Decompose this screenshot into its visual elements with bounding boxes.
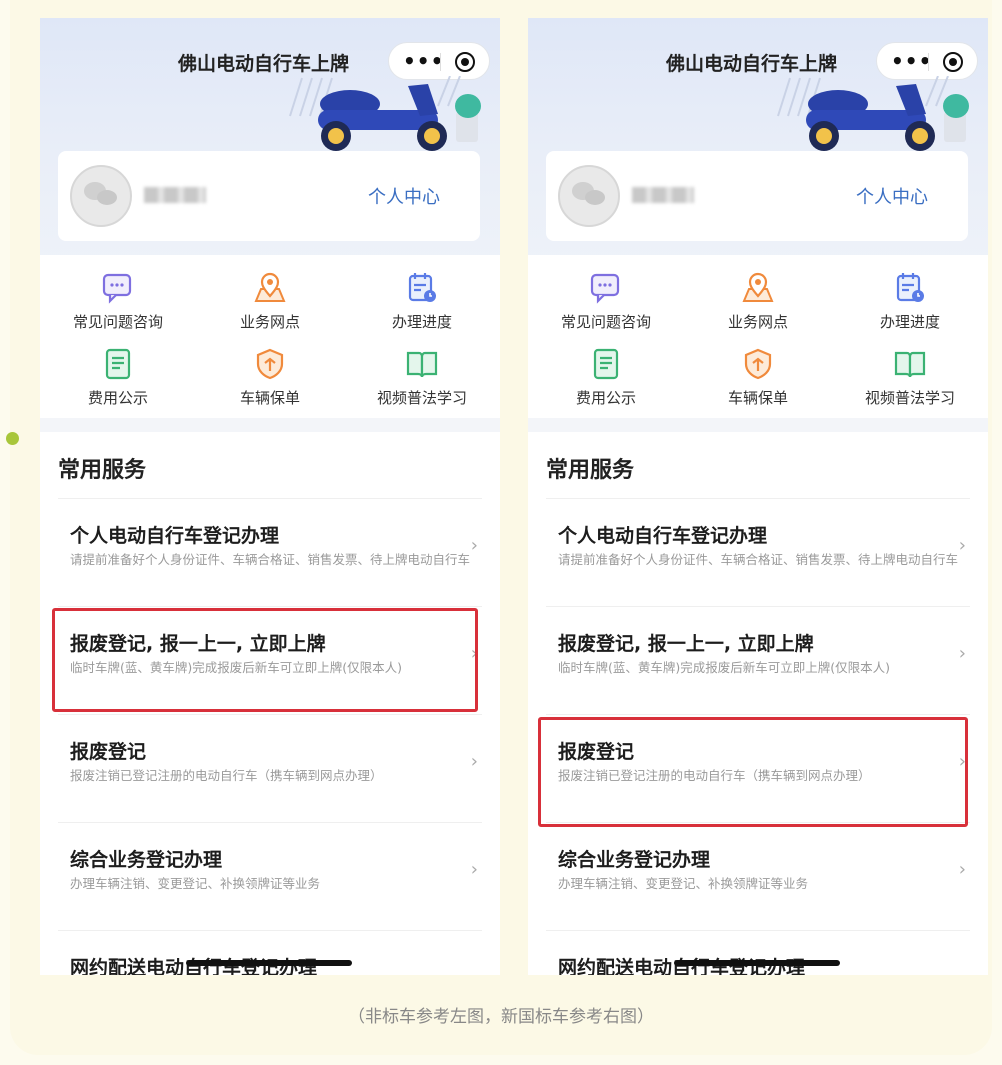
service-item-delivery-registration[interactable]: 网约配送电动自行车登记办理	[58, 930, 482, 975]
username-blurred	[144, 187, 206, 203]
service-item-scrap-registration[interactable]: 报废登记 报废注销已登记注册的电动自行车（携车辆到网点办理） ›	[58, 714, 482, 822]
calendar-clock-icon	[408, 273, 436, 302]
shield-icon	[256, 348, 284, 380]
chevron-right-icon: ›	[958, 859, 966, 880]
common-services-section: 常用服务 个人电动自行车登记办理 请提前准备好个人身份证件、车辆合格证、销售发票…	[528, 432, 988, 975]
personal-center-link[interactable]: 个人中心	[368, 183, 440, 209]
profile-card[interactable]: 个人中心	[546, 151, 968, 241]
quick-item-label: 业务网点	[239, 313, 300, 331]
quick-item-label: 视频普法学习	[864, 389, 955, 407]
service-item-desc: 请提前准备好个人身份证件、车辆合格证、销售发票、待上牌电动自行车	[558, 552, 959, 567]
book-icon	[894, 351, 926, 378]
service-item-general-business[interactable]: 综合业务登记办理 办理车辆注销、变更登记、补换领牌证等业务 ›	[546, 822, 970, 930]
service-item-title: 报废登记	[70, 741, 147, 763]
quick-item-faq[interactable]: 常见问题咨询	[536, 271, 676, 332]
avatar	[558, 165, 620, 227]
shield-icon	[744, 348, 772, 380]
section-title: 常用服务	[546, 458, 635, 483]
quick-item-label: 视频普法学习	[376, 389, 467, 407]
personal-center-link[interactable]: 个人中心	[856, 183, 928, 209]
quick-item-label: 车辆保单	[239, 389, 300, 407]
quick-item-progress[interactable]: 办理进度	[352, 271, 492, 332]
quick-item-label: 常见问题咨询	[560, 313, 651, 331]
book-icon	[406, 351, 438, 378]
service-item-title: 个人电动自行车登记办理	[70, 525, 280, 547]
quick-item-label: 办理进度	[879, 313, 940, 331]
document-icon	[593, 348, 619, 380]
more-icon[interactable]: •••	[403, 49, 444, 73]
app-title: 佛山电动自行车上牌	[178, 53, 350, 75]
service-item-desc: 办理车辆注销、变更登记、补换领牌证等业务	[558, 876, 809, 891]
chat-bubble-icon	[590, 273, 620, 304]
service-item-title: 报废登记, 报一上一, 立即上牌	[558, 633, 814, 655]
more-icon[interactable]: •••	[891, 49, 932, 73]
avatar	[70, 165, 132, 227]
service-item-desc: 报废注销已登记注册的电动自行车（携车辆到网点办理）	[70, 768, 383, 783]
chevron-right-icon: ›	[470, 859, 478, 880]
close-target-icon[interactable]	[943, 52, 963, 72]
chat-bubble-icon	[102, 273, 132, 304]
service-item-personal-registration[interactable]: 个人电动自行车登记办理 请提前准备好个人身份证件、车辆合格证、销售发票、待上牌电…	[58, 498, 482, 606]
service-item-personal-registration[interactable]: 个人电动自行车登记办理 请提前准备好个人身份证件、车辆合格证、销售发票、待上牌电…	[546, 498, 970, 606]
service-item-desc: 办理车辆注销、变更登记、补换领牌证等业务	[70, 876, 321, 891]
chevron-right-icon: ›	[470, 751, 478, 772]
quick-item-outlets[interactable]: 业务网点	[688, 271, 828, 332]
service-item-title: 综合业务登记办理	[70, 849, 223, 871]
username-blurred	[632, 187, 694, 203]
home-indicator	[674, 960, 840, 966]
quick-item-label: 常见问题咨询	[72, 313, 163, 331]
quick-item-outlets[interactable]: 业务网点	[200, 271, 340, 332]
miniapp-capsule: •••	[876, 42, 978, 80]
quick-item-progress[interactable]: 办理进度	[840, 271, 980, 332]
service-item-desc: 临时车牌(蓝、黄车牌)完成报废后新车可立即上牌(仅限本人)	[558, 660, 891, 675]
quick-item-faq[interactable]: 常见问题咨询	[48, 271, 188, 332]
home-indicator	[186, 960, 352, 966]
document-icon	[105, 348, 131, 380]
service-item-desc: 请提前准备好个人身份证件、车辆合格证、销售发票、待上牌电动自行车	[70, 552, 471, 567]
service-item-title: 个人电动自行车登记办理	[558, 525, 768, 547]
quick-icon-grid: 常见问题咨询 业务网点 办理进度 费用公示 车辆保单 视频普法学习	[40, 255, 500, 418]
highlight-box	[538, 717, 968, 827]
image-caption: （非标车参考左图，新国标车参考右图）	[348, 1007, 654, 1027]
quick-icon-grid: 常见问题咨询 业务网点 办理进度 费用公示 车辆保单 视频普法学习	[528, 255, 988, 418]
service-item-delivery-registration[interactable]: 网约配送电动自行车登记办理	[546, 930, 970, 975]
phone-screenshot-right: 佛山电动自行车上牌 ••• 个人中心 常见问题咨询 业务网点 办理进度 费用公示…	[528, 18, 988, 975]
scooter-illustration	[289, 76, 481, 151]
highlight-box	[52, 608, 478, 712]
chevron-right-icon: ›	[470, 535, 478, 556]
capsule-divider	[928, 53, 929, 71]
quick-item-label: 办理进度	[391, 313, 452, 331]
miniapp-capsule: •••	[388, 42, 490, 80]
scooter-illustration	[777, 76, 969, 151]
section-title: 常用服务	[58, 458, 147, 483]
chevron-right-icon: ›	[958, 535, 966, 556]
calendar-clock-icon	[896, 273, 924, 302]
service-item-title: 综合业务登记办理	[558, 849, 711, 871]
service-item-general-business[interactable]: 综合业务登记办理 办理车辆注销、变更登记、补换领牌证等业务 ›	[58, 822, 482, 930]
quick-item-label: 费用公示	[575, 389, 636, 407]
phone-screenshot-left: 佛山电动自行车上牌 ••• 个人中心 常见问题咨询 业务网点 办理进度 费用公示…	[40, 18, 500, 975]
quick-item-label: 车辆保单	[727, 389, 788, 407]
capsule-divider	[440, 53, 441, 71]
profile-card[interactable]: 个人中心	[58, 151, 480, 241]
quick-item-insurance[interactable]: 车辆保单	[200, 347, 340, 408]
chevron-right-icon: ›	[958, 643, 966, 664]
quick-item-video[interactable]: 视频普法学习	[840, 347, 980, 408]
quick-item-label: 业务网点	[727, 313, 788, 331]
quick-item-fees[interactable]: 费用公示	[536, 347, 676, 408]
quick-item-label: 费用公示	[87, 389, 148, 407]
map-pin-icon	[254, 272, 286, 302]
service-item-scrap-and-replace[interactable]: 报废登记, 报一上一, 立即上牌 临时车牌(蓝、黄车牌)完成报废后新车可立即上牌…	[546, 606, 970, 714]
quick-item-video[interactable]: 视频普法学习	[352, 347, 492, 408]
quick-item-fees[interactable]: 费用公示	[48, 347, 188, 408]
app-title: 佛山电动自行车上牌	[666, 53, 838, 75]
decorative-dot	[6, 432, 19, 445]
quick-item-insurance[interactable]: 车辆保单	[688, 347, 828, 408]
close-target-icon[interactable]	[455, 52, 475, 72]
map-pin-icon	[742, 272, 774, 302]
